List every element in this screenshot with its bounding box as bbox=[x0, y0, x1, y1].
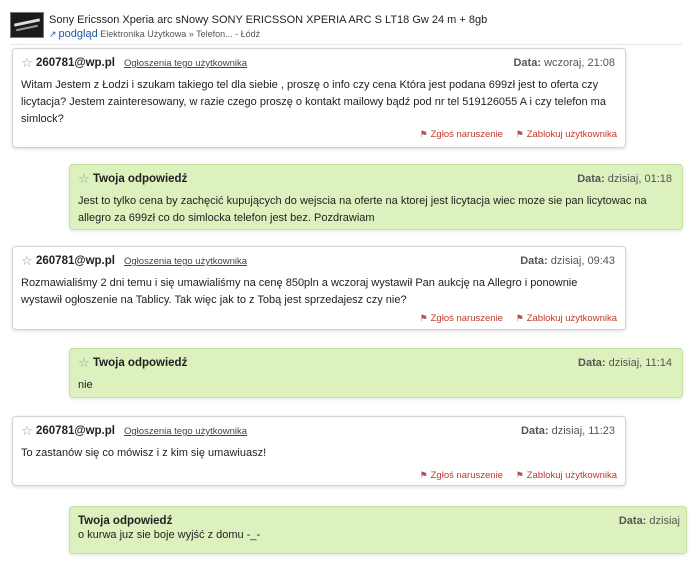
external-link-icon: ↗ bbox=[49, 29, 57, 39]
block-user-button[interactable]: ⚑ Zablokuj użytkownika bbox=[516, 470, 617, 481]
block-user-button[interactable]: ⚑ Zablokuj użytkownika bbox=[516, 129, 617, 140]
breadcrumb: Elektronika Użytkowa » Telefon... - Łódź bbox=[100, 29, 261, 39]
message-author: Twoja odpowiedź bbox=[93, 173, 188, 185]
star-icon[interactable]: ☆ bbox=[21, 424, 33, 438]
date-value: dzisiaj bbox=[649, 515, 680, 527]
date-label: Data: bbox=[577, 173, 605, 185]
flag-icon: ⚑ bbox=[419, 129, 428, 139]
report-button[interactable]: ⚑ Zgłoś naruszenie bbox=[420, 129, 503, 140]
message-date: Data: dzisiaj, 11:14 bbox=[578, 356, 672, 370]
message-author: 260781@wp.pl bbox=[36, 425, 115, 437]
report-button[interactable]: ⚑ Zgłoś naruszenie bbox=[420, 470, 503, 481]
star-icon[interactable]: ☆ bbox=[21, 254, 33, 268]
message-reply: ☆ Twoja odpowiedź Data: dzisiaj, 01:18 J… bbox=[69, 164, 683, 230]
date-label: Data: bbox=[513, 57, 541, 69]
date-label: Data: bbox=[520, 255, 548, 267]
message-body: Rozmawialiśmy 2 dni temu i się umawialiś… bbox=[21, 277, 578, 306]
message-date: Data: dzisiaj, 11:23 bbox=[521, 424, 615, 438]
message-body: o kurwa juz sie boje wyjść z domu -_- bbox=[78, 529, 261, 541]
user-ads-link[interactable]: Ogłoszenia tego użytkownika bbox=[124, 57, 247, 70]
user-ads-link[interactable]: Ogłoszenia tego użytkownika bbox=[124, 425, 247, 438]
message-incoming: ☆ 260781@wp.pl Ogłoszenia tego użytkowni… bbox=[12, 48, 626, 148]
message-body: Witam Jestem z Łodzi i szukam takiego te… bbox=[21, 79, 606, 125]
message-reply: ☆ Twoja odpowiedź Data: dzisiaj, 11:14 n… bbox=[69, 348, 683, 398]
flag-icon: ⚑ bbox=[419, 470, 428, 480]
ad-header: Sony Ericsson Xperia arc sNowy SONY ERIC… bbox=[10, 10, 682, 45]
date-label: Data: bbox=[521, 425, 549, 437]
star-icon[interactable]: ☆ bbox=[21, 56, 33, 70]
message-reply: Twoja odpowiedź Data: dzisiaj o kurwa ju… bbox=[69, 506, 687, 554]
message-author: 260781@wp.pl bbox=[36, 255, 115, 267]
star-icon[interactable]: ☆ bbox=[78, 356, 90, 370]
message-actions: ⚑ Zgłoś naruszenie ⚑ Zablokuj użytkownika bbox=[410, 312, 617, 325]
message-body: To zastanów się co mówisz i z kim się um… bbox=[21, 447, 267, 459]
date-label: Data: bbox=[578, 357, 606, 369]
block-icon: ⚑ bbox=[515, 129, 524, 139]
message-actions: ⚑ Zgłoś naruszenie ⚑ Zablokuj użytkownika bbox=[410, 128, 617, 141]
ad-title[interactable]: Sony Ericsson Xperia arc sNowy SONY ERIC… bbox=[49, 14, 487, 26]
message-date: Data: dzisiaj, 01:18 bbox=[577, 172, 672, 186]
user-ads-link[interactable]: Ogłoszenia tego użytkownika bbox=[124, 255, 247, 268]
block-icon: ⚑ bbox=[515, 470, 524, 480]
message-actions: ⚑ Zgłoś naruszenie ⚑ Zablokuj użytkownika bbox=[410, 469, 617, 482]
block-icon: ⚑ bbox=[515, 313, 524, 323]
date-label: Data: bbox=[618, 515, 647, 527]
date-value: dzisiaj, 11:23 bbox=[551, 425, 615, 437]
star-icon[interactable]: ☆ bbox=[78, 172, 90, 186]
message-date: Data: wczoraj, 21:08 bbox=[513, 56, 615, 70]
ad-thumbnail[interactable] bbox=[10, 12, 44, 38]
date-value: dzisiaj, 11:14 bbox=[608, 357, 672, 369]
preview-link[interactable]: podgląd bbox=[59, 28, 98, 40]
message-author: Twoja odpowiedź bbox=[93, 357, 188, 369]
message-author: 260781@wp.pl bbox=[36, 57, 115, 69]
message-date: Data: dzisiaj, 09:43 bbox=[520, 254, 615, 268]
date-value: wczoraj, 21:08 bbox=[544, 57, 615, 69]
block-user-button[interactable]: ⚑ Zablokuj użytkownika bbox=[516, 313, 617, 324]
ad-subline: ↗ podgląd Elektronika Użytkowa » Telefon.… bbox=[49, 28, 260, 40]
message-date: Data: dzisiaj bbox=[619, 514, 680, 528]
message-incoming: ☆ 260781@wp.pl Ogłoszenia tego użytkowni… bbox=[12, 246, 626, 330]
report-button[interactable]: ⚑ Zgłoś naruszenie bbox=[420, 313, 503, 324]
header-divider bbox=[10, 44, 682, 45]
message-incoming: ☆ 260781@wp.pl Ogłoszenia tego użytkowni… bbox=[12, 416, 626, 486]
date-value: dzisiaj, 09:43 bbox=[550, 255, 615, 267]
message-body: Jest to tylko cena by zachęcić kupującyc… bbox=[78, 195, 647, 224]
message-body: nie bbox=[78, 379, 93, 391]
message-author: Twoja odpowiedź bbox=[78, 515, 173, 527]
date-value: dzisiaj, 01:18 bbox=[607, 173, 672, 185]
flag-icon: ⚑ bbox=[419, 313, 428, 323]
